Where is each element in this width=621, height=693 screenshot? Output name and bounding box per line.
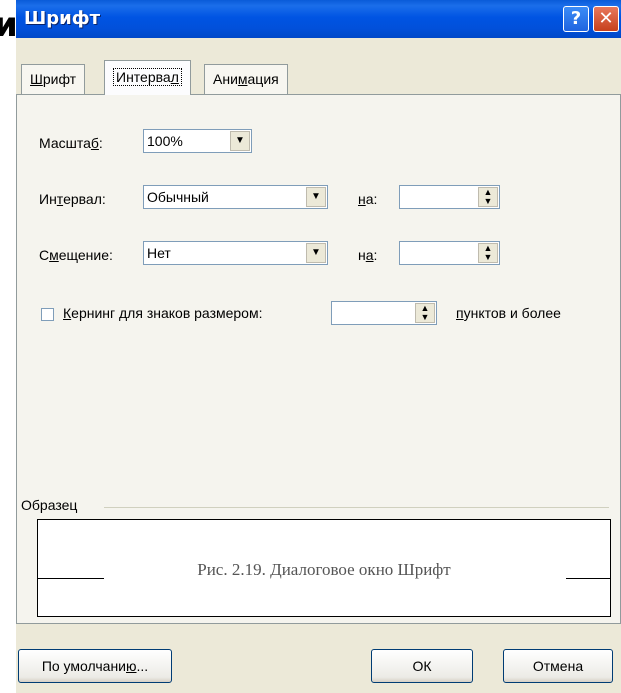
position-label-a: С: [39, 247, 50, 263]
position-by-mnemonic: а: [365, 247, 374, 263]
position-label-b: ещение:: [58, 247, 113, 263]
help-button[interactable]: ?: [563, 6, 589, 32]
title-bar[interactable]: Шрифт ? ✕: [16, 0, 621, 38]
scale-label: Масштаб:: [39, 135, 103, 151]
spacing-by-mnemonic: н: [358, 191, 366, 207]
kerning-suffix: пунктов и более: [456, 305, 561, 321]
ok-button[interactable]: ОК: [371, 649, 473, 683]
tab-strip: Шрифт Интервал Анимация: [16, 60, 621, 95]
kerning-mnemonic: К: [63, 305, 72, 321]
tab-spacing[interactable]: Интервал: [104, 60, 191, 95]
scale-label-b: :: [98, 135, 103, 151]
position-value: Нет: [147, 245, 171, 261]
spin-arrows-icon[interactable]: ▲ ▼: [415, 303, 435, 323]
tab-animation-label-a: Ани: [213, 71, 238, 87]
spacing-label: Интервал:: [39, 191, 106, 207]
close-icon: ✕: [598, 8, 614, 29]
default-button-label-b: ...: [136, 658, 149, 674]
dropdown-arrow-icon[interactable]: ▼: [306, 243, 326, 263]
scale-value: 100%: [147, 133, 183, 149]
position-by-label: на:: [358, 247, 377, 263]
preview-group-label: Образец: [21, 497, 84, 513]
question-mark-icon: ?: [570, 8, 582, 29]
position-dropdown[interactable]: Нет ▼: [143, 241, 328, 265]
tab-font[interactable]: Шрифт: [21, 64, 86, 94]
position-by-spinner[interactable]: ▲ ▼: [399, 241, 500, 265]
preview-text: Рис. 2.19. Диалоговое окно Шрифт: [197, 560, 451, 579]
scale-dropdown[interactable]: 100% ▼: [143, 129, 252, 153]
spacing-label-b: ервал:: [63, 191, 106, 207]
spacing-value: Обычный: [147, 189, 209, 205]
tab-animation-mnemonic: м: [237, 71, 248, 87]
spacing-by-label: на:: [358, 191, 377, 207]
tab-spacing-mnemonic: л: [170, 69, 179, 85]
kerning-checkbox[interactable]: [41, 308, 54, 321]
window-title: Шрифт: [24, 8, 101, 29]
preview-baseline-right: [566, 578, 610, 579]
close-button[interactable]: ✕: [593, 6, 619, 32]
spacing-by-spinner[interactable]: ▲ ▼: [399, 185, 500, 209]
spin-arrows-icon[interactable]: ▲ ▼: [478, 187, 498, 207]
scale-label-a: Масшта: [39, 135, 91, 151]
default-button-mnemonic: ю: [126, 658, 137, 674]
default-button-label-a: По умолчани: [41, 658, 126, 674]
kerning-label-text: ернинг для знаков размером:: [71, 305, 263, 321]
position-label-mnemonic: м: [49, 247, 59, 263]
kerning-suffix-text: унктов и более: [463, 305, 561, 321]
dropdown-arrow-icon[interactable]: ▼: [306, 187, 326, 207]
position-by-label-a: н: [358, 247, 366, 263]
spacing-label-a: Ин: [39, 191, 57, 207]
tab-spacing-focus: Интервал: [113, 68, 182, 86]
font-dialog: Шрифт ? ✕ Шрифт Интервал Анимация Масшта…: [16, 0, 621, 693]
position-label: Смещение:: [39, 247, 113, 263]
cancel-button[interactable]: Отмена: [503, 649, 613, 683]
preview-group-line: [104, 507, 609, 508]
tab-animation[interactable]: Анимация: [204, 64, 288, 94]
spin-arrows-icon[interactable]: ▲ ▼: [478, 243, 498, 263]
kerning-size-spinner[interactable]: ▲ ▼: [331, 301, 437, 325]
scale-label-mnemonic: б: [90, 135, 99, 151]
tab-spacing-label: Интерва: [116, 69, 171, 85]
preview-box: Рис. 2.19. Диалоговое окно Шрифт: [37, 519, 611, 617]
spacing-by-label-b: а:: [365, 191, 378, 207]
kerning-label[interactable]: Кернинг для знаков размером:: [63, 305, 262, 321]
default-button[interactable]: По умолчанию...: [18, 649, 172, 683]
position-by-label-b: :: [373, 247, 378, 263]
tab-font-mnemonic: Ш: [30, 71, 43, 87]
tab-animation-label-b: ация: [247, 71, 279, 87]
kerning-suffix-mnemonic: п: [456, 305, 464, 321]
spacing-dropdown[interactable]: Обычный ▼: [143, 185, 328, 209]
tab-font-label: рифт: [42, 71, 77, 87]
dropdown-arrow-icon[interactable]: ▼: [230, 131, 250, 151]
